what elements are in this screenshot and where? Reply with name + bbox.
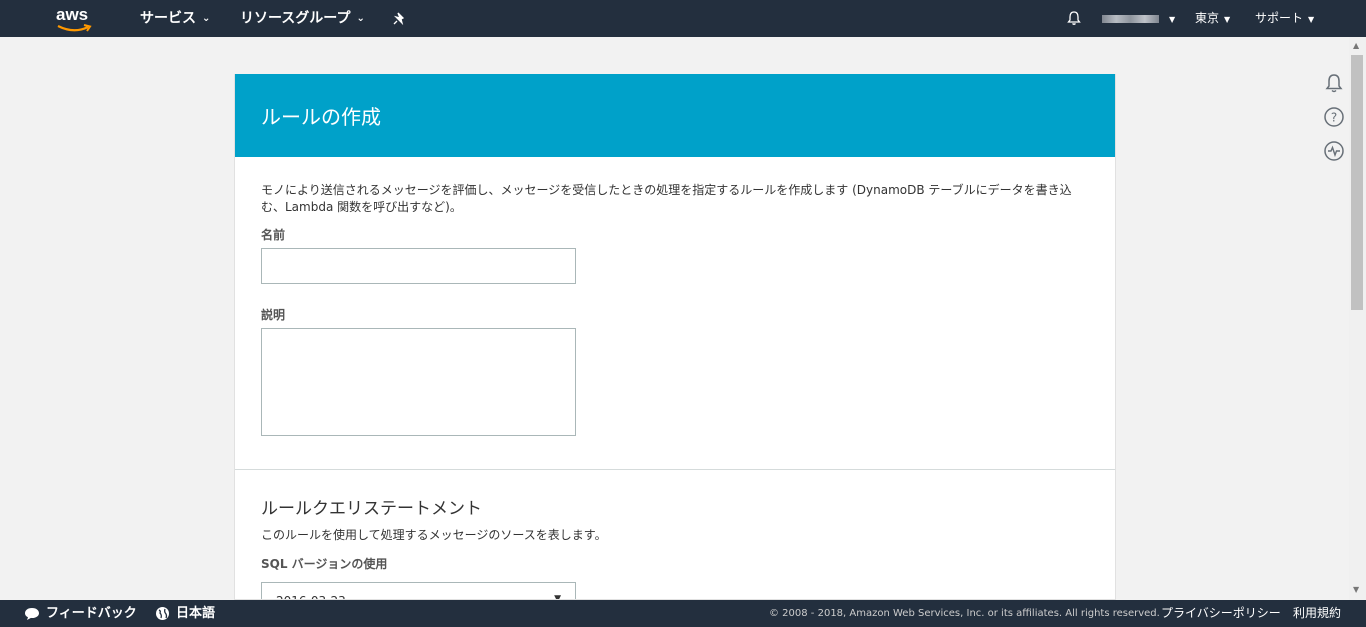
caret-down-icon: ▼: [1308, 15, 1315, 24]
scrollbar-thumb[interactable]: [1351, 55, 1363, 310]
scroll-down-icon[interactable]: ▼: [1353, 585, 1359, 594]
footer: フィードバック 日本語 © 2008 - 2018, Amazon Web Se…: [0, 600, 1366, 627]
rule-description-text: モノにより送信されるメッセージを評価し、メッセージを受信したときの処理を指定する…: [261, 183, 1072, 214]
region-menu[interactable]: 東京 ▼: [1195, 0, 1230, 37]
speech-bubble-icon: [25, 607, 39, 620]
top-nav: aws サービス ⌄ リソースグループ ⌄ ▼ 東京 ▼ サポート ▼: [0, 0, 1366, 37]
account-menu-caret[interactable]: ▼: [1164, 0, 1175, 37]
chevron-down-icon: ⌄: [202, 13, 211, 24]
health-pulse-icon[interactable]: [1323, 140, 1345, 162]
description-textarea[interactable]: [261, 328, 576, 436]
caret-down-icon: ▼: [1169, 15, 1176, 24]
rule-query-section: ルールクエリステートメント このルールを使用して処理するメッセージのソースを表し…: [261, 494, 1091, 599]
aws-logo[interactable]: aws: [56, 5, 96, 33]
aws-smile-icon: [57, 24, 92, 32]
support-menu[interactable]: サポート ▼: [1255, 0, 1314, 37]
support-label: サポート: [1255, 11, 1304, 25]
pin-icon[interactable]: [393, 0, 407, 37]
aws-logo-text: aws: [56, 5, 89, 24]
resource-groups-label: リソースグループ: [240, 10, 351, 27]
create-rule-card: ルールの作成 モノにより送信されるメッセージを評価し、メッセージを受信したときの…: [234, 74, 1116, 600]
feedback-button[interactable]: フィードバック: [24, 600, 137, 627]
language-label: 日本語: [176, 606, 216, 621]
resource-groups-menu[interactable]: リソースグループ ⌄: [240, 0, 365, 37]
rule-details-section: モノにより送信されるメッセージを評価し、メッセージを受信したときの処理を指定する…: [235, 157, 1115, 436]
bell-icon[interactable]: [1066, 0, 1082, 37]
page-scrollbar[interactable]: ▲ ▼: [1349, 37, 1366, 600]
sql-version-select[interactable]: 2016-03-23 ▼: [261, 582, 576, 599]
region-label: 東京: [1195, 11, 1220, 25]
notifications-bell-icon[interactable]: [1323, 72, 1345, 94]
query-subtitle: このルールを使用して処理するメッセージのソースを表します。: [261, 528, 607, 542]
copyright-text: © 2008 - 2018, Amazon Web Services, Inc.…: [769, 608, 1160, 619]
sql-version-label: SQL バージョンの使用: [261, 557, 388, 571]
caret-down-icon: ▼: [1224, 15, 1231, 24]
globe-icon: [156, 607, 169, 620]
services-menu-label: サービス: [140, 10, 196, 27]
chevron-down-icon: ⌄: [356, 13, 365, 24]
privacy-policy-link[interactable]: プライバシーポリシー: [1161, 600, 1281, 627]
name-label: 名前: [261, 228, 286, 242]
services-menu[interactable]: サービス ⌄: [140, 0, 210, 37]
terms-link[interactable]: 利用規約: [1293, 600, 1341, 627]
scroll-up-icon[interactable]: ▲: [1353, 41, 1359, 50]
svg-text:?: ?: [1331, 111, 1337, 125]
card-header: ルールの作成: [235, 74, 1115, 157]
language-selector[interactable]: 日本語: [155, 600, 215, 627]
help-icon[interactable]: ?: [1323, 106, 1345, 128]
page-title: ルールの作成: [261, 105, 381, 129]
name-input[interactable]: [261, 248, 576, 284]
description-label: 説明: [261, 308, 286, 322]
section-divider: [235, 469, 1115, 470]
query-heading: ルールクエリステートメント: [261, 499, 482, 519]
feedback-label: フィードバック: [46, 606, 137, 621]
account-name-redacted[interactable]: [1102, 15, 1159, 23]
